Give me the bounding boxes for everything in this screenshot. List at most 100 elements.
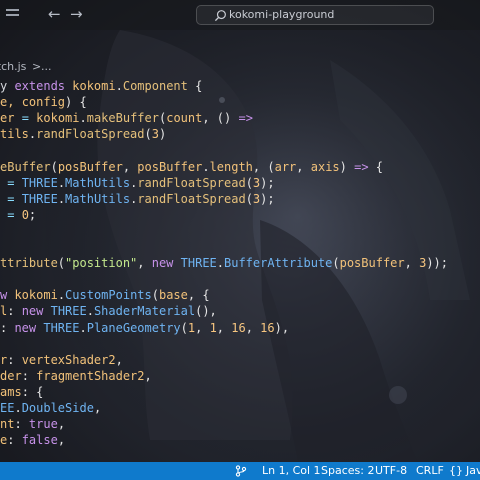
code-token: , bbox=[216, 320, 232, 335]
code-line[interactable]: e, config) { bbox=[0, 94, 87, 110]
code-token: ) bbox=[339, 159, 355, 174]
code-token: arr bbox=[274, 159, 297, 174]
code-token: y bbox=[0, 79, 15, 93]
code-token: kokomi bbox=[14, 288, 58, 303]
indentation-spaces[interactable]: Spaces: 2 bbox=[321, 464, 374, 477]
code-token: = bbox=[0, 207, 22, 222]
code-token: kokomi bbox=[72, 79, 116, 93]
code-token: 0 bbox=[21, 207, 29, 222]
code-token: ams bbox=[0, 384, 22, 399]
code-token: ) bbox=[158, 127, 167, 142]
code-token: fragmentShader2 bbox=[36, 368, 145, 383]
code-token: : bbox=[0, 320, 15, 335]
code-token: )); bbox=[426, 256, 449, 271]
code-line[interactable]: eBuffer(posBuffer, posBuffer.length, (ar… bbox=[0, 159, 383, 175]
back-button[interactable]: ← bbox=[48, 5, 61, 23]
title-bar: ← → kokomi-playground bbox=[0, 0, 480, 30]
code-token: length bbox=[209, 159, 253, 174]
code-token: false bbox=[21, 433, 58, 448]
code-token: . bbox=[216, 256, 224, 271]
menu-icon[interactable] bbox=[6, 9, 19, 20]
code-token: . bbox=[79, 111, 87, 126]
command-center[interactable]: kokomi-playground bbox=[196, 5, 434, 25]
code-token: extends bbox=[14, 79, 73, 93]
code-line[interactable]: ams: { bbox=[0, 384, 43, 400]
code-token: , bbox=[245, 320, 261, 335]
code-line[interactable]: EE.DoubleSide, bbox=[0, 400, 101, 416]
code-token: . bbox=[57, 191, 66, 206]
breadcrumb-more[interactable]: ... bbox=[41, 60, 52, 73]
code-line[interactable]: w kokomi.CustomPoints(base, { bbox=[0, 287, 210, 303]
code-line[interactable]: nt: true, bbox=[0, 416, 65, 432]
code-token: ( bbox=[332, 256, 340, 271]
code-token: . bbox=[79, 320, 87, 335]
code-token: , bbox=[144, 368, 152, 383]
code-token: THREE bbox=[43, 320, 80, 335]
code-token: MathUtils bbox=[65, 191, 131, 206]
code-token: MathUtils bbox=[65, 175, 131, 190]
code-token: 1 bbox=[209, 320, 217, 335]
code-token: ( bbox=[245, 175, 253, 190]
code-token: der bbox=[0, 368, 22, 383]
code-token: ) { bbox=[65, 95, 87, 110]
end-of-line[interactable]: CRLF bbox=[416, 464, 444, 477]
code-token: eBuffer bbox=[0, 159, 51, 174]
code-token: 3 bbox=[151, 127, 159, 142]
code-token: THREE bbox=[50, 304, 87, 319]
code-line[interactable]: = THREE.MathUtils.randFloatSpread(3); bbox=[0, 191, 275, 207]
code-line[interactable]: er = kokomi.makeBuffer(count, () => bbox=[0, 110, 253, 126]
code-token: ; bbox=[28, 207, 37, 222]
code-token: , ( bbox=[252, 159, 275, 174]
code-token: new bbox=[151, 256, 181, 271]
code-token: ); bbox=[260, 191, 275, 206]
file-encoding[interactable]: UTF-8 bbox=[375, 464, 407, 477]
code-token: . bbox=[57, 175, 66, 190]
code-token: . bbox=[202, 159, 210, 174]
code-token: ttribute bbox=[0, 256, 58, 271]
code-token: BufferAttribute bbox=[224, 256, 333, 271]
code-token: . bbox=[57, 288, 66, 303]
code-line[interactable]: l: new THREE.ShaderMaterial(), bbox=[0, 303, 217, 319]
code-token: randFloatSpread bbox=[137, 191, 246, 206]
code-token: => bbox=[238, 111, 253, 126]
code-token: : bbox=[7, 352, 22, 367]
language-mode[interactable]: Jav bbox=[466, 464, 480, 477]
code-token: { bbox=[187, 79, 203, 93]
code-token: true bbox=[28, 417, 58, 432]
code-line[interactable]: : new THREE.PlaneGeometry(1, 1, 16, 16), bbox=[0, 320, 289, 336]
code-token: : bbox=[7, 433, 22, 448]
code-token: , () bbox=[202, 111, 239, 126]
code-line[interactable]: e: false, bbox=[0, 432, 65, 448]
code-token: : { bbox=[21, 384, 44, 399]
code-token: CustomPoints bbox=[65, 288, 152, 303]
code-token: : bbox=[21, 368, 37, 383]
code-token: ( bbox=[245, 191, 253, 206]
forward-button[interactable]: → bbox=[70, 5, 83, 23]
code-token: makeBuffer bbox=[86, 111, 159, 126]
code-token: . bbox=[115, 79, 123, 93]
code-line[interactable]: ttribute("position", new THREE.BufferAtt… bbox=[0, 255, 448, 271]
bracket-pair-indicator[interactable]: {} bbox=[449, 464, 463, 477]
code-line[interactable]: = THREE.MathUtils.randFloatSpread(3); bbox=[0, 175, 274, 191]
code-token: , bbox=[57, 417, 66, 432]
code-token: er bbox=[0, 111, 22, 126]
code-line[interactable]: der: fragmentShader2, bbox=[0, 368, 152, 384]
search-icon bbox=[214, 10, 226, 22]
code-token: EE bbox=[0, 401, 15, 415]
code-line[interactable]: y extends kokomi.Component { bbox=[0, 78, 202, 94]
cursor-position[interactable]: Ln 1, Col 1 bbox=[262, 464, 321, 477]
code-line[interactable]: tils.randFloatSpread(3) bbox=[0, 126, 166, 142]
code-line[interactable]: r: vertexShader2, bbox=[0, 352, 123, 368]
status-bar: Ln 1, Col 1 Spaces: 2 UTF-8 CRLF {} Jav bbox=[0, 462, 480, 480]
code-token: vertexShader2 bbox=[21, 352, 116, 367]
source-control-icon[interactable] bbox=[235, 465, 247, 477]
code-token: , bbox=[57, 433, 66, 448]
code-token: (), bbox=[195, 304, 217, 319]
code-line[interactable]: = 0; bbox=[0, 207, 36, 223]
code-token: THREE bbox=[180, 256, 217, 271]
breadcrumb-file[interactable]: etch.js bbox=[0, 60, 26, 73]
code-token: : bbox=[14, 417, 29, 432]
code-token: config bbox=[21, 95, 66, 110]
code-token: , bbox=[122, 159, 138, 174]
code-editor[interactable]: y extends kokomi.Component {e, config) {… bbox=[0, 78, 480, 462]
